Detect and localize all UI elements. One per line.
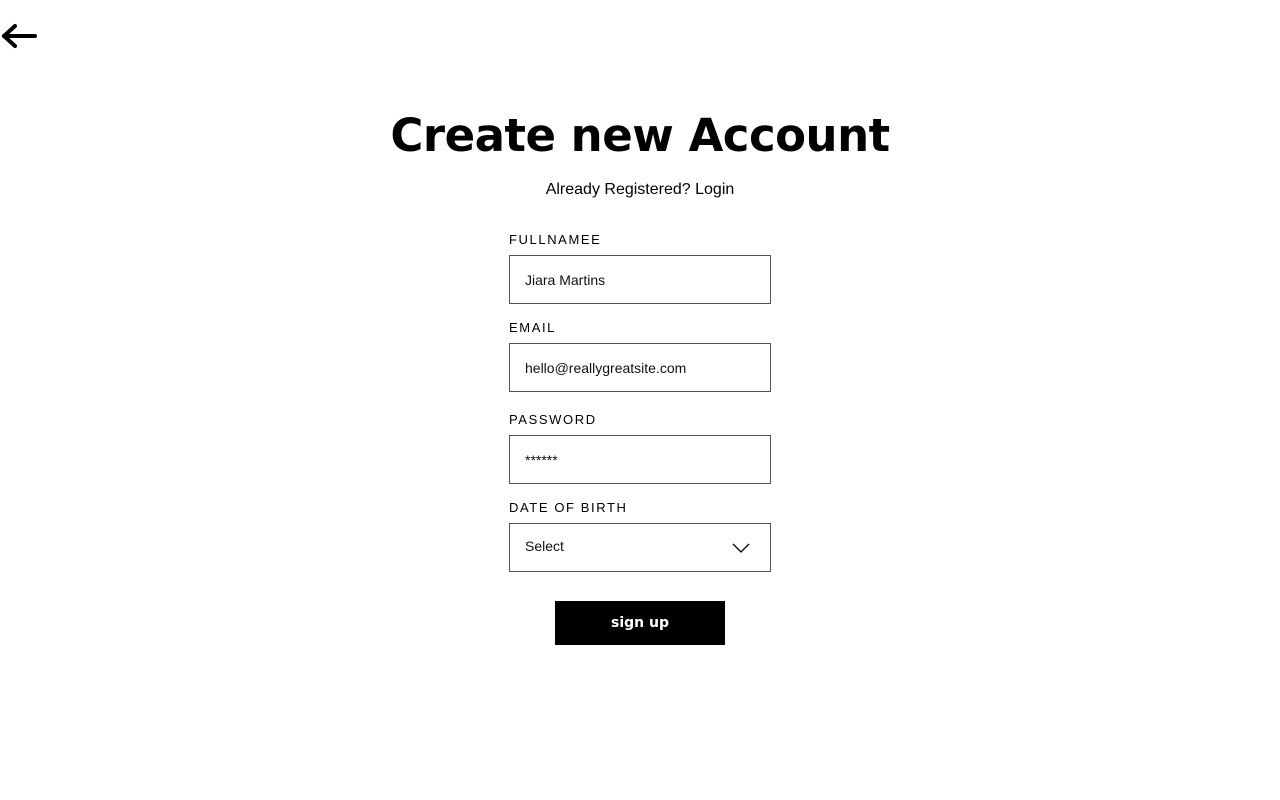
email-input[interactable] (510, 344, 770, 391)
password-label: PASSWORD (509, 412, 597, 427)
fullname-field-box (509, 255, 771, 304)
back-button[interactable] (0, 22, 40, 50)
page-title: Create new Account (390, 109, 890, 162)
create-account-page: Create new Account Already Registered? L… (0, 0, 1280, 800)
arrow-left-icon (2, 24, 37, 48)
email-field-box (509, 343, 771, 392)
dob-select[interactable]: Select (509, 523, 771, 572)
password-input[interactable] (510, 436, 770, 483)
fullname-label: FULLNAMEE (509, 232, 602, 247)
login-link[interactable]: Login (695, 181, 734, 198)
email-label: EMAIL (509, 320, 557, 335)
dob-select-value: Select (525, 538, 564, 554)
chevron-down-icon (732, 543, 750, 553)
sign-up-button[interactable]: sign up (555, 601, 725, 645)
fullname-input[interactable] (510, 256, 770, 303)
dob-label: DATE OF BIRTH (509, 500, 628, 515)
password-field-box (509, 435, 771, 484)
login-prompt: Already Registered? Login (0, 179, 1280, 201)
login-prompt-text: Already Registered? (545, 181, 696, 198)
